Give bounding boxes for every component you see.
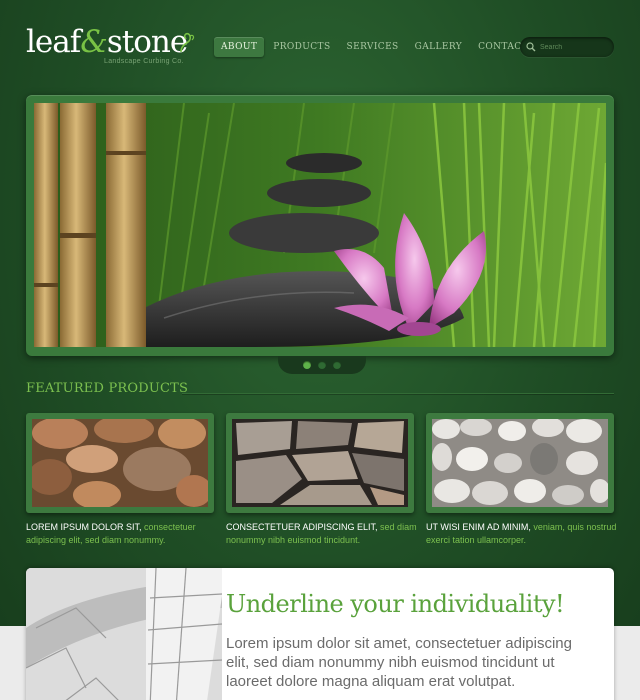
main-nav: ABOUT PRODUCTS SERVICES GALLERY CONTACTS (214, 37, 541, 57)
product-card: UT WISI ENIM AD MINIM, veniam, quis nost… (426, 413, 616, 547)
flagstone-pavement-image (232, 419, 408, 507)
slider-dot-3[interactable] (333, 361, 341, 369)
search-input[interactable] (540, 40, 608, 54)
stone-curb-photo (26, 568, 222, 700)
featured-products-heading: FEATURED PRODUCTS (26, 381, 189, 396)
hero-photo-flower-path (34, 103, 606, 347)
search-box[interactable] (520, 37, 614, 57)
logo-wordmark: leaf&stone (26, 24, 188, 60)
promo-title: Underline your individuality! (226, 590, 565, 618)
nav-item-products[interactable]: PRODUCTS (266, 37, 337, 57)
hero-slider (26, 95, 614, 356)
logo[interactable]: leaf&stone Landscape Curbing Co. (26, 24, 196, 70)
site-header: leaf&stone Landscape Curbing Co. ABOUT P… (0, 0, 640, 90)
promo-body: Lorem ipsum dolor sit amet, consectetuer… (226, 635, 572, 690)
product-image-link[interactable] (226, 413, 414, 513)
slider-pagination (278, 356, 366, 374)
product-image-link[interactable] (26, 413, 214, 513)
heading-divider (182, 393, 614, 394)
white-pebbles-image (432, 419, 608, 507)
nav-item-gallery[interactable]: GALLERY (408, 37, 469, 57)
product-card: CONSECTETUER ADIPISCING ELIT, sed diam n… (226, 413, 417, 547)
leaf-swirl-icon (180, 32, 195, 53)
hero-image (34, 103, 606, 347)
promo-card: Underline your individuality! Lorem ipsu… (26, 568, 614, 700)
product-description: UT WISI ENIM AD MINIM, veniam, quis nost… (426, 522, 617, 545)
slider-dot-2[interactable] (318, 361, 326, 369)
product-description: LOREM IPSUM DOLOR SIT, consectetuer adip… (26, 522, 196, 545)
product-description: CONSECTETUER ADIPISCING ELIT, sed diam n… (226, 522, 417, 545)
product-image-link[interactable] (426, 413, 614, 513)
product-card: LOREM IPSUM DOLOR SIT, consectetuer adip… (26, 413, 214, 547)
search-icon[interactable] (526, 42, 536, 52)
slider-dot-1[interactable] (303, 361, 311, 369)
cobblestone-wall-image (32, 419, 208, 507)
nav-item-services[interactable]: SERVICES (340, 37, 406, 57)
tagline: Landscape Curbing Co. (104, 58, 184, 65)
nav-item-about[interactable]: ABOUT (214, 37, 265, 57)
